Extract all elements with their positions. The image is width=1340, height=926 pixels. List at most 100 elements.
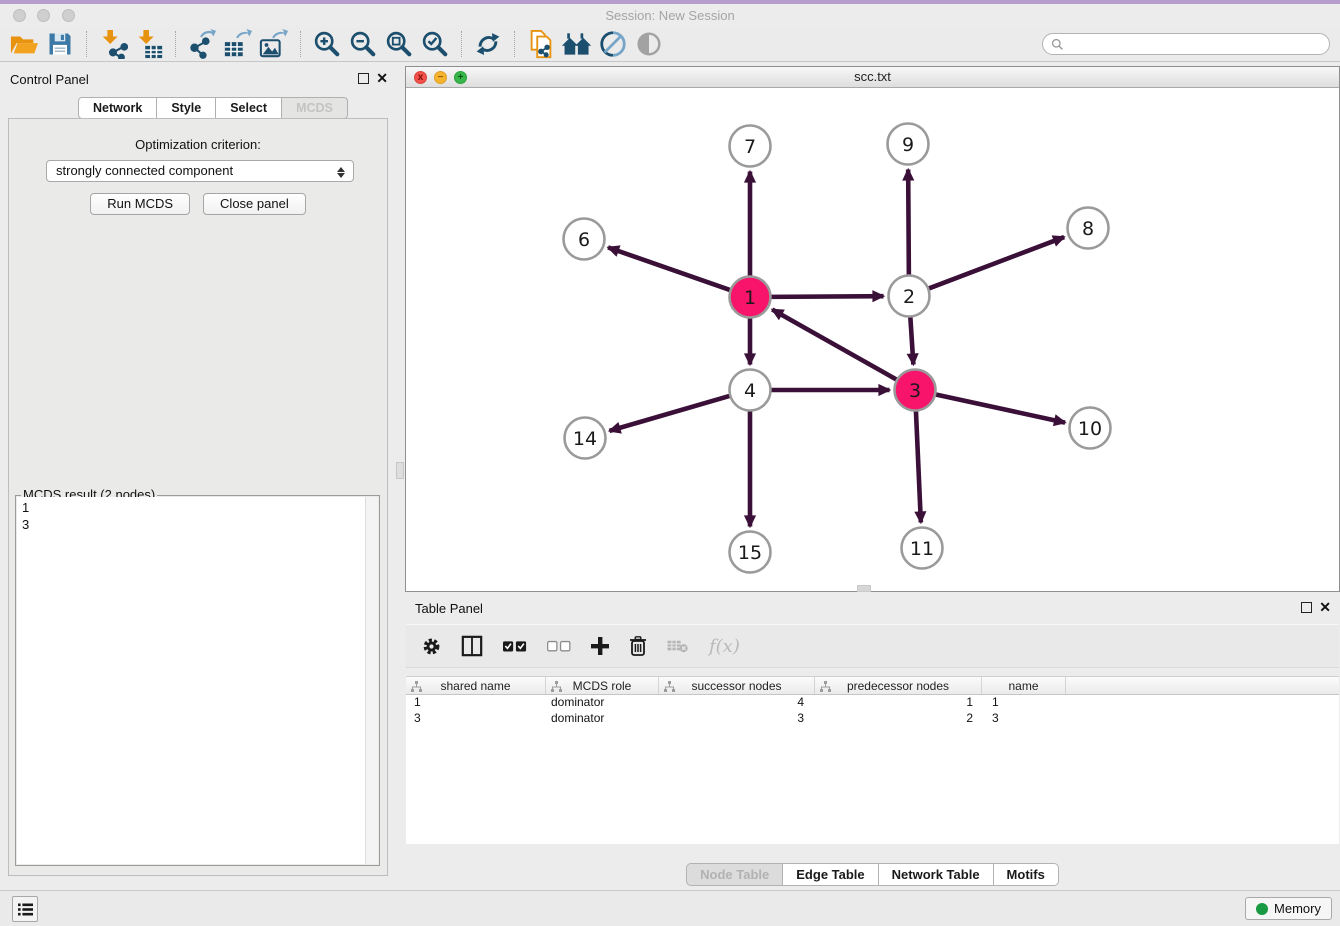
close-view-button[interactable]: x xyxy=(414,71,427,84)
toolbar-separator xyxy=(300,31,301,57)
select-all-icon[interactable] xyxy=(503,633,527,659)
graph-edge-1-6[interactable] xyxy=(608,247,732,290)
graph-node-14[interactable]: 14 xyxy=(565,418,606,459)
run-mcds-button[interactable]: Run MCDS xyxy=(90,193,190,215)
zoom-fit-icon[interactable] xyxy=(381,28,417,60)
layout-refresh-icon[interactable] xyxy=(470,28,506,60)
graph-node-10[interactable]: 10 xyxy=(1070,408,1111,449)
table-row[interactable]: 3dominator323 xyxy=(406,711,1339,727)
tab-network-table[interactable]: Network Table xyxy=(878,863,994,886)
table-panel-title: Table Panel xyxy=(415,601,483,616)
zoom-selected-icon[interactable] xyxy=(417,28,453,60)
import-table-icon[interactable] xyxy=(131,28,167,60)
graph-edge-1-2[interactable] xyxy=(769,296,883,297)
table-cell[interactable]: dominator xyxy=(546,695,659,711)
close-panel-icon[interactable]: ✕ xyxy=(376,70,388,86)
minimize-view-button[interactable]: − xyxy=(434,71,447,84)
table-cell[interactable]: 3 xyxy=(659,711,815,727)
graph-node-6[interactable]: 6 xyxy=(564,219,605,260)
column-label: MCDS role xyxy=(573,679,632,693)
deselect-all-icon[interactable] xyxy=(547,633,571,659)
graph-node-8[interactable]: 8 xyxy=(1068,208,1109,249)
zoom-view-button[interactable]: + xyxy=(454,71,467,84)
search-field[interactable] xyxy=(1042,33,1330,55)
network-canvas[interactable]: 1 2 3 4 6 7 8 9 10 11 14 15 xyxy=(406,88,1339,591)
tab-node-table[interactable]: Node Table xyxy=(686,863,783,886)
memory-button[interactable]: Memory xyxy=(1245,897,1332,920)
close-table-panel-icon[interactable]: ✕ xyxy=(1319,599,1331,615)
style-icon[interactable] xyxy=(595,28,631,60)
gear-icon[interactable] xyxy=(422,633,441,659)
graph-node-9[interactable]: 9 xyxy=(888,124,929,165)
column-header-predecessor-nodes[interactable]: predecessor nodes xyxy=(815,677,982,694)
table-cell[interactable]: 1 xyxy=(982,695,1066,711)
tab-select[interactable]: Select xyxy=(215,97,282,119)
graph-edge-3-10[interactable] xyxy=(934,394,1065,422)
table-cell[interactable]: 2 xyxy=(815,711,982,727)
maximize-window-button[interactable] xyxy=(62,9,75,22)
node-table[interactable]: shared name MCDS role successor nodesprede… xyxy=(406,676,1339,844)
trash-icon[interactable] xyxy=(629,633,647,659)
tab-motifs[interactable]: Motifs xyxy=(993,863,1059,886)
tab-network[interactable]: Network xyxy=(78,97,157,119)
graph-node-11[interactable]: 11 xyxy=(902,528,943,569)
mcds-result-box[interactable]: 1 3 xyxy=(17,497,378,864)
graph-edge-2-3[interactable] xyxy=(910,315,913,364)
zoom-out-icon[interactable] xyxy=(345,28,381,60)
export-image-icon[interactable] xyxy=(256,28,292,60)
float-panel-icon[interactable] xyxy=(358,73,369,84)
graph-node-15[interactable]: 15 xyxy=(730,532,771,573)
graph-edge-3-1[interactable] xyxy=(772,310,898,381)
network-window-titlebar[interactable]: x − + scc.txt xyxy=(406,67,1339,88)
home-icon[interactable] xyxy=(559,28,595,60)
graph-node-label: 2 xyxy=(903,286,915,308)
table-cell[interactable]: 4 xyxy=(659,695,815,711)
tab-edge-table[interactable]: Edge Table xyxy=(782,863,878,886)
graph-edge-3-11[interactable] xyxy=(916,409,921,522)
eye-icon[interactable] xyxy=(631,28,667,60)
table-cell[interactable]: 1 xyxy=(815,695,982,711)
result-scrollbar[interactable] xyxy=(365,497,378,864)
graph-node-1[interactable]: 1 xyxy=(730,277,771,318)
graph-edge-2-8[interactable] xyxy=(927,237,1064,289)
graph-edge-4-14[interactable] xyxy=(609,395,731,430)
export-table-icon[interactable] xyxy=(220,28,256,60)
tab-mcds[interactable]: MCDS xyxy=(281,97,348,119)
vertical-splitter-grip[interactable] xyxy=(396,462,404,479)
horizontal-splitter-grip[interactable] xyxy=(857,585,871,592)
close-panel-button[interactable]: Close panel xyxy=(203,193,306,215)
table-cell[interactable]: dominator xyxy=(546,711,659,727)
table-row[interactable]: 1dominator411 xyxy=(406,695,1339,711)
save-session-icon[interactable] xyxy=(42,28,78,60)
mcds-result-group: MCDS result (2 nodes) 1 3 xyxy=(15,495,380,866)
column-header-name[interactable]: name xyxy=(982,677,1066,694)
column-header-MCDS-role[interactable]: MCDS role xyxy=(546,677,659,694)
graph-node-3[interactable]: 3 xyxy=(895,370,936,411)
float-table-panel-icon[interactable] xyxy=(1301,602,1312,613)
minimize-window-button[interactable] xyxy=(37,9,50,22)
table-cell[interactable]: 3 xyxy=(406,711,546,727)
graph-node-7[interactable]: 7 xyxy=(730,126,771,167)
criterion-dropdown[interactable]: strongly connected component xyxy=(46,160,354,182)
graph-node-4[interactable]: 4 xyxy=(730,370,771,411)
column-header-successor-nodes[interactable]: successor nodes xyxy=(659,677,815,694)
table-header-row: shared name MCDS role successor nodesprede… xyxy=(406,676,1339,695)
search-input[interactable] xyxy=(1069,37,1321,51)
column-header-shared-name[interactable]: shared name xyxy=(406,677,546,694)
tab-style[interactable]: Style xyxy=(156,97,216,119)
export-network-icon[interactable] xyxy=(184,28,220,60)
close-window-button[interactable] xyxy=(13,9,26,22)
clone-network-icon[interactable] xyxy=(523,28,559,60)
graph-node-label: 14 xyxy=(573,428,597,450)
task-history-button[interactable] xyxy=(12,896,38,922)
graph-edge-2-9[interactable] xyxy=(908,169,909,276)
add-icon[interactable] xyxy=(591,633,609,659)
import-network-icon[interactable] xyxy=(95,28,131,60)
open-file-icon[interactable] xyxy=(6,28,42,60)
table-cell[interactable]: 1 xyxy=(406,695,546,711)
graph-node-2[interactable]: 2 xyxy=(889,276,930,317)
columns-icon[interactable] xyxy=(461,633,483,659)
zoom-in-icon[interactable] xyxy=(309,28,345,60)
table-cell[interactable]: 3 xyxy=(982,711,1066,727)
column-type-icon xyxy=(411,681,422,692)
